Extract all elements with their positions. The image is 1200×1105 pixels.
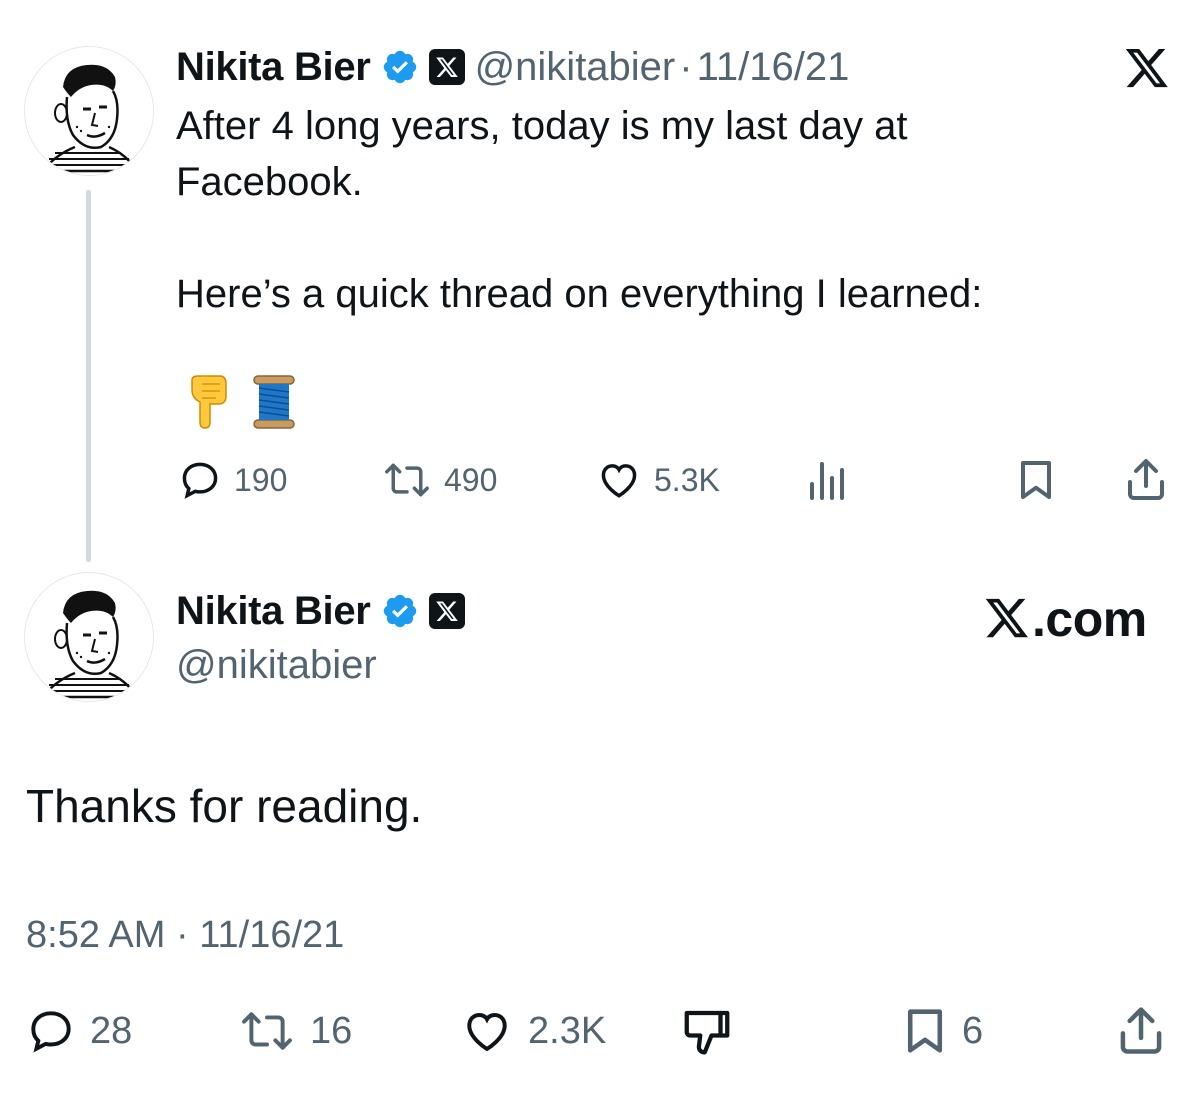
author-name[interactable]: Nikita Bier xyxy=(176,588,371,634)
reply-icon xyxy=(178,458,222,502)
tweet-emojis xyxy=(186,374,296,430)
avatar-drawing xyxy=(25,47,153,175)
tweet-header: Nikita Bier @nikitabier · 11/16/21 xyxy=(176,44,849,90)
x-logo-icon xyxy=(984,597,1030,641)
like-count: 2.3K xyxy=(528,1009,607,1052)
separator-dot: · xyxy=(679,45,693,89)
bookmark-icon xyxy=(1016,458,1056,502)
reply-button[interactable]: 28 xyxy=(26,1006,132,1056)
like-count: 5.3K xyxy=(654,461,720,498)
bookmark-count: 6 xyxy=(962,1009,984,1052)
brand-text: .com xyxy=(1032,591,1147,647)
share-button[interactable] xyxy=(1116,1004,1166,1056)
tweet-timestamp[interactable]: 8:52 AM · 11/16/21 xyxy=(26,912,344,958)
like-icon xyxy=(596,458,642,502)
author-handle[interactable]: @nikitabier xyxy=(176,642,377,688)
tweet-text: Thanks for reading. xyxy=(26,780,423,832)
reply-count: 28 xyxy=(90,1009,133,1052)
verified-badge-icon xyxy=(381,48,419,86)
like-button[interactable]: 5.3K xyxy=(596,458,720,502)
spool-of-thread-icon xyxy=(252,374,296,430)
tweet-header: Nikita Bier xyxy=(176,588,465,634)
bookmark-icon xyxy=(902,1006,948,1056)
share-icon xyxy=(1124,456,1168,502)
tweet-date[interactable]: 11/16/21 xyxy=(697,44,850,90)
share-button[interactable] xyxy=(1124,456,1168,502)
x-com-brand[interactable]: .com xyxy=(984,590,1147,648)
backhand-index-pointing-down-icon xyxy=(186,374,230,430)
avatar[interactable] xyxy=(24,46,154,176)
bookmark-button[interactable]: 6 xyxy=(902,1006,983,1056)
verified-badge-icon xyxy=(381,592,419,630)
retweet-button[interactable]: 16 xyxy=(238,1006,352,1056)
x-affiliate-icon xyxy=(428,49,465,85)
views-icon xyxy=(806,458,846,502)
avatar-drawing xyxy=(25,573,153,701)
reply-button[interactable]: 190 xyxy=(178,458,287,502)
like-icon xyxy=(460,1006,514,1056)
retweet-icon xyxy=(382,458,432,502)
reply-count: 190 xyxy=(234,461,288,498)
downvote-button[interactable] xyxy=(680,1006,734,1056)
x-affiliate-icon xyxy=(428,593,465,629)
avatar[interactable] xyxy=(24,572,154,702)
tweet-text: After 4 long years, today is my last day… xyxy=(176,104,983,316)
reply-icon xyxy=(26,1006,76,1056)
retweet-count: 490 xyxy=(444,461,498,498)
thread-connector-line xyxy=(86,190,91,562)
like-button[interactable]: 2.3K xyxy=(460,1006,606,1056)
author-handle[interactable]: @nikitabier xyxy=(475,44,676,90)
bookmark-button[interactable] xyxy=(1016,458,1056,502)
share-icon xyxy=(1116,1004,1166,1056)
author-name[interactable]: Nikita Bier xyxy=(176,44,371,90)
x-logo-icon[interactable] xyxy=(1124,48,1170,90)
retweet-count: 16 xyxy=(310,1009,353,1052)
downvote-icon xyxy=(680,1006,734,1056)
retweet-button[interactable]: 490 xyxy=(382,458,497,502)
views-button[interactable] xyxy=(806,458,846,502)
retweet-icon xyxy=(238,1006,296,1056)
